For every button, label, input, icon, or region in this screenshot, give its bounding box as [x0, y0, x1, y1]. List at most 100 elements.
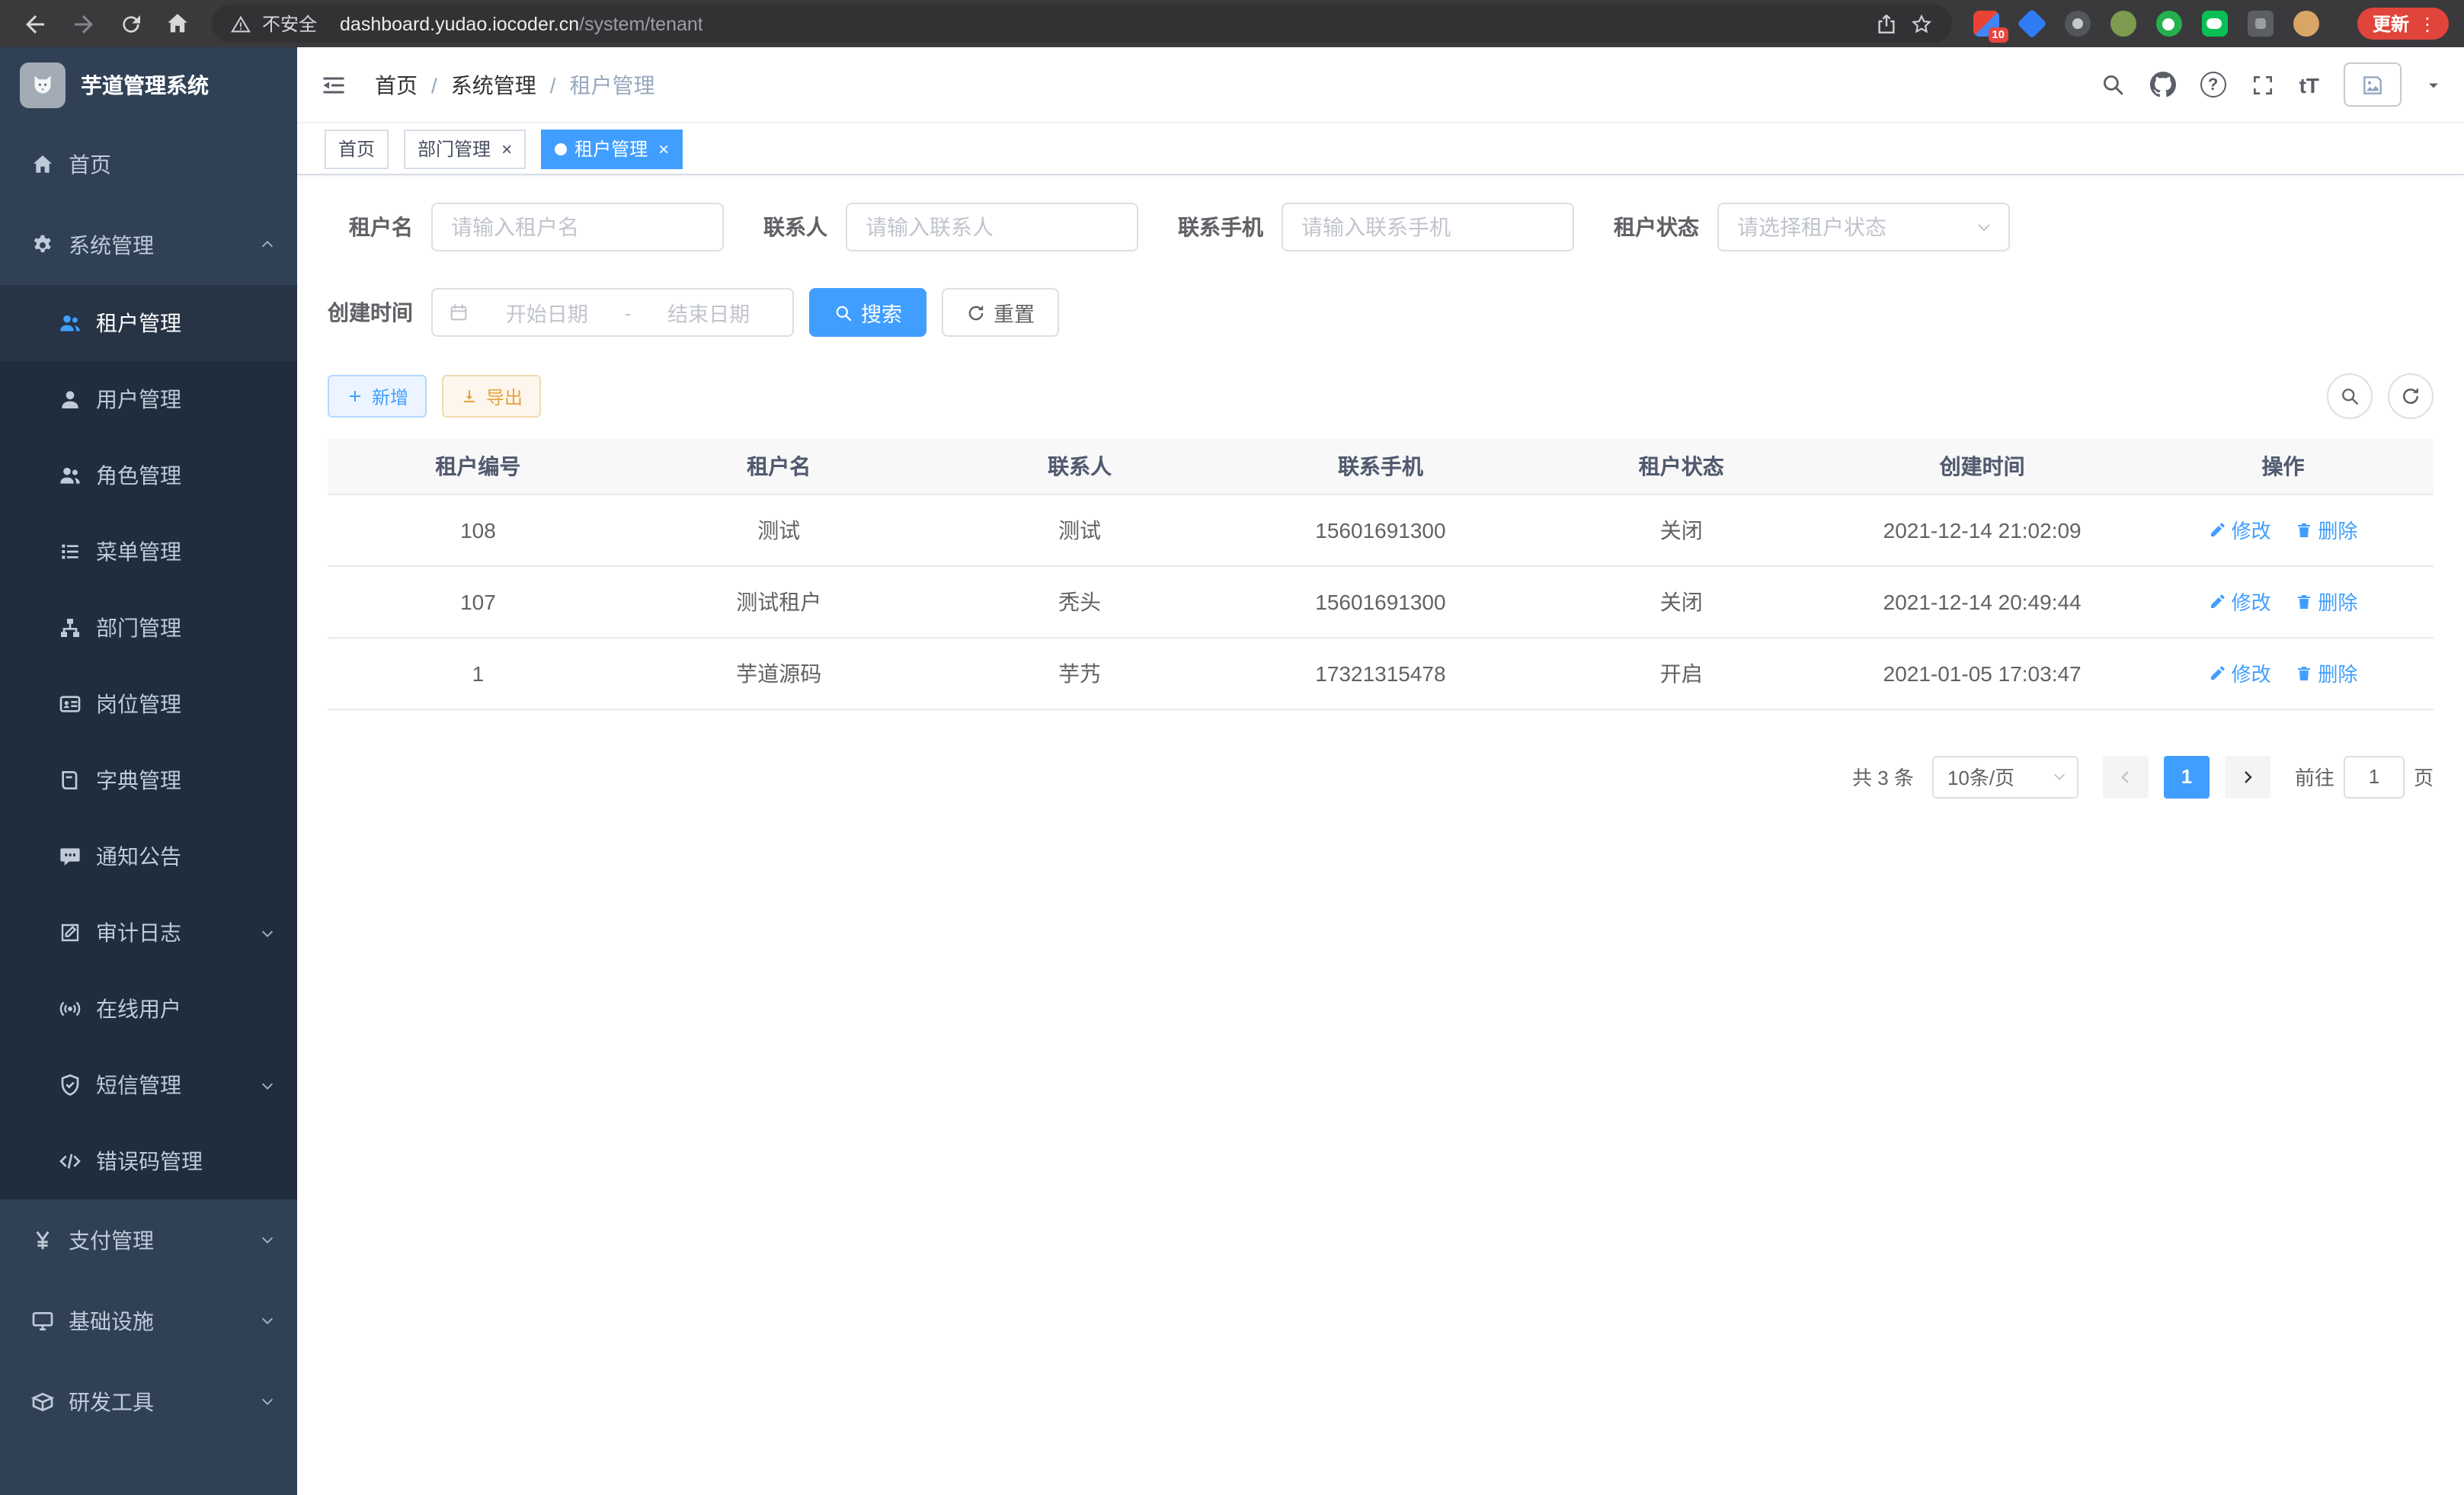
extension-dark-icon[interactable] — [2065, 11, 2091, 37]
forward-icon[interactable] — [70, 10, 98, 37]
goto-page-input[interactable] — [2344, 755, 2405, 798]
extension-blue-icon[interactable] — [2017, 8, 2046, 38]
fullscreen-icon[interactable] — [2251, 72, 2275, 97]
refresh-table-button[interactable] — [2388, 373, 2434, 419]
profile-avatar-icon[interactable] — [2293, 11, 2319, 37]
chevron-left-icon — [2117, 767, 2135, 786]
extension-area: 10 更新 ⋮ — [1973, 8, 2449, 40]
edit-link[interactable]: 修改 — [2209, 658, 2271, 687]
cell-tenant-name: 芋道源码 — [629, 637, 930, 709]
sidebar-item-audit-log[interactable]: 审计日志 — [0, 895, 297, 971]
close-icon[interactable]: × — [501, 138, 512, 159]
github-icon[interactable] — [2150, 72, 2176, 98]
pencil-icon — [2209, 664, 2227, 682]
question-icon[interactable]: ? — [2200, 72, 2226, 98]
update-button[interactable]: 更新 ⋮ — [2357, 8, 2449, 40]
sidebar-item-system[interactable]: 系统管理 — [0, 204, 297, 285]
share-icon[interactable] — [1874, 11, 1899, 36]
tab-dept[interactable]: 部门管理 × — [404, 129, 526, 168]
users-icon — [58, 463, 82, 488]
edit-link[interactable]: 修改 — [2209, 587, 2271, 616]
add-button[interactable]: 新增 — [328, 375, 427, 418]
browser-toolbar: 不安全 dashboard.yudao.iocoder.cn/system/te… — [0, 0, 2464, 47]
app-logo[interactable]: 芋道管理系统 — [0, 47, 297, 123]
tab-tenant[interactable]: 租户管理 × — [541, 129, 683, 168]
search-button-label: 搜索 — [861, 297, 902, 328]
sidebar-menu: 首页 系统管理 租户管理 用户管理 — [0, 123, 297, 1495]
box-icon — [30, 1389, 55, 1413]
sidebar-item-label: 在线用户 — [96, 994, 181, 1024]
security-warning-icon[interactable] — [230, 13, 251, 34]
menu-kebab-icon[interactable]: ⋮ — [2418, 13, 2437, 34]
export-button[interactable]: 导出 — [442, 375, 541, 418]
column-header-mobile: 联系手机 — [1230, 439, 1531, 494]
create-time-range-picker[interactable]: 开始日期 - 结束日期 — [431, 288, 794, 337]
extension-chat-icon[interactable] — [2202, 11, 2228, 37]
download-icon — [460, 387, 478, 405]
breadcrumb-home[interactable]: 首页 — [375, 69, 418, 100]
tab-home[interactable]: 首页 — [325, 129, 389, 168]
next-page-button[interactable] — [2225, 755, 2270, 798]
sidebar-item-online-user[interactable]: 在线用户 — [0, 971, 297, 1047]
sidebar-item-infra[interactable]: 基础设施 — [0, 1280, 297, 1361]
sidebar-fold-icon[interactable] — [320, 71, 347, 98]
sidebar-item-user[interactable]: 用户管理 — [0, 361, 297, 437]
mobile-input[interactable] — [1282, 203, 1574, 251]
url-text[interactable]: dashboard.yudao.iocoder.cn/system/tenant — [340, 13, 703, 34]
breadcrumb-system[interactable]: 系统管理 — [451, 69, 536, 100]
security-warning-label[interactable]: 不安全 — [262, 11, 317, 37]
back-icon[interactable] — [21, 10, 49, 37]
extensions-puzzle-icon[interactable] — [2248, 11, 2274, 37]
sidebar-item-role[interactable]: 角色管理 — [0, 437, 297, 514]
sidebar-item-label: 用户管理 — [96, 384, 181, 415]
sidebar-item-home[interactable]: 首页 — [0, 123, 297, 204]
sidebar-item-error-code[interactable]: 错误码管理 — [0, 1123, 297, 1199]
sidebar-item-label: 短信管理 — [96, 1070, 181, 1100]
date-start-placeholder[interactable]: 开始日期 — [478, 297, 616, 328]
sidebar-item-dict[interactable]: 字典管理 — [0, 742, 297, 818]
sidebar-item-dept[interactable]: 部门管理 — [0, 590, 297, 666]
avatar[interactable] — [2344, 62, 2402, 107]
reset-button[interactable]: 重置 — [942, 288, 1059, 337]
contact-label: 联系人 — [763, 212, 846, 242]
delete-link[interactable]: 删除 — [2295, 587, 2357, 616]
sidebar-item-menu[interactable]: 菜单管理 — [0, 514, 297, 590]
sidebar-item-post[interactable]: 岗位管理 — [0, 666, 297, 742]
reload-icon[interactable] — [119, 11, 143, 36]
signal-icon — [58, 997, 82, 1021]
date-end-placeholder[interactable]: 结束日期 — [640, 297, 777, 328]
delete-link[interactable]: 删除 — [2295, 658, 2357, 687]
font-size-icon[interactable]: tT — [2299, 72, 2319, 97]
page-number-1[interactable]: 1 — [2164, 755, 2210, 798]
date-range-separator: - — [625, 301, 632, 324]
sidebar-item-notice[interactable]: 通知公告 — [0, 818, 297, 895]
browser-home-icon[interactable] — [165, 11, 190, 37]
toggle-search-button[interactable] — [2327, 373, 2373, 419]
chevron-up-icon — [259, 236, 276, 253]
sidebar-item-tenant[interactable]: 租户管理 — [0, 285, 297, 361]
logo-image — [20, 62, 66, 108]
sidebar-item-payment[interactable]: 支付管理 — [0, 1199, 297, 1280]
edit-label: 修改 — [2232, 658, 2271, 687]
sidebar: 芋道管理系统 首页 系统管理 租户管理 — [0, 47, 297, 1495]
prev-page-button[interactable] — [2103, 755, 2149, 798]
sidebar-item-sms[interactable]: 短信管理 — [0, 1047, 297, 1123]
page-size-select[interactable]: 10条/页 — [1932, 755, 2078, 798]
broken-image-icon — [2360, 72, 2385, 97]
cell-created: 2021-12-14 20:49:44 — [1832, 565, 2133, 637]
extension-green-icon[interactable] — [2156, 11, 2182, 37]
tenant-status-select[interactable]: 请选择租户状态 — [1717, 203, 2010, 251]
caret-down-icon[interactable] — [2426, 77, 2441, 92]
tenant-name-input[interactable] — [431, 203, 724, 251]
extension-grid-icon[interactable]: 10 — [1973, 11, 1999, 37]
bookmark-star-icon[interactable] — [1909, 11, 1934, 36]
search-icon[interactable] — [2100, 72, 2126, 98]
sidebar-item-devtools[interactable]: 研发工具 — [0, 1361, 297, 1442]
contact-input[interactable] — [846, 203, 1138, 251]
close-icon[interactable]: × — [658, 138, 669, 159]
address-bar[interactable]: 不安全 dashboard.yudao.iocoder.cn/system/te… — [212, 5, 1952, 43]
search-button[interactable]: 搜索 — [809, 288, 926, 337]
extension-olive-icon[interactable] — [2110, 11, 2136, 37]
delete-link[interactable]: 删除 — [2295, 515, 2357, 544]
edit-link[interactable]: 修改 — [2209, 515, 2271, 544]
